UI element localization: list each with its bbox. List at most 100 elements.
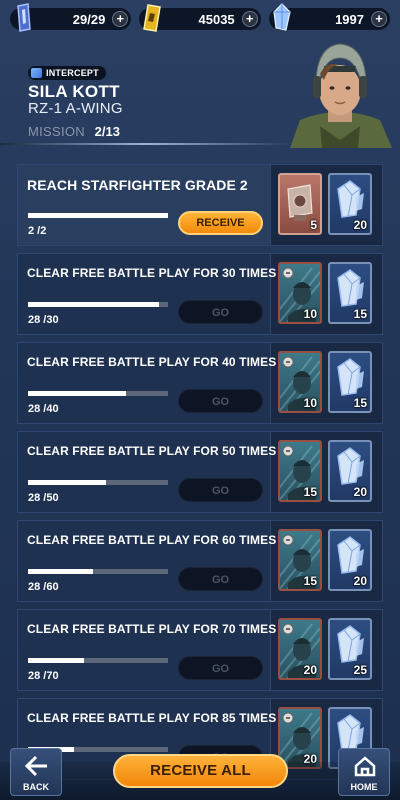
home-label: HOME <box>350 782 378 792</box>
progress-fill <box>28 391 126 396</box>
mission-info: CLEAR FREE BATTLE PLAY FOR 40 TIMES 28 /4… <box>17 342 276 424</box>
mission-title: CLEAR FREE BATTLE PLAY FOR 60 TIMES <box>27 533 277 547</box>
reward-quantity: 10 <box>303 307 317 321</box>
ship-name: RZ-1 A-WING <box>28 100 123 117</box>
header-divider <box>0 143 290 145</box>
energy-cell-icon <box>17 3 31 32</box>
reward-pilot[interactable]: 10 <box>278 351 322 413</box>
go-button[interactable]: GO <box>178 478 263 502</box>
progress-fill <box>28 213 168 218</box>
reward-crystal[interactable]: 15 <box>328 351 372 413</box>
pilot-portrait <box>290 43 392 148</box>
crystals-value: 1997 <box>335 11 364 27</box>
reward-quantity: 15 <box>303 485 317 499</box>
intercept-icon <box>31 68 42 78</box>
crystals-counter: 1997 + <box>268 3 390 31</box>
progress-text: 28 /70 <box>28 670 59 682</box>
back-button[interactable]: BACK <box>10 748 62 796</box>
mission-card: CLEAR FREE BATTLE PLAY FOR 70 TIMES 28 /7… <box>17 609 383 691</box>
progress-bar <box>28 302 168 307</box>
go-button[interactable]: GO <box>178 567 263 591</box>
go-button[interactable]: GO <box>178 300 263 324</box>
reward-pilot[interactable]: 10 <box>278 262 322 324</box>
mission-info: REACH STARFIGHTER GRADE 2 2 /2 RECEIVE <box>17 164 271 246</box>
mission-info: CLEAR FREE BATTLE PLAY FOR 30 TIMES 28 /3… <box>17 253 276 335</box>
mission-list[interactable]: REACH STARFIGHTER GRADE 2 2 /2 RECEIVE 5 20 C… <box>17 164 383 800</box>
mission-title: CLEAR FREE BATTLE PLAY FOR 70 TIMES <box>27 622 277 636</box>
progress-text: 2 /2 <box>28 225 47 237</box>
go-button[interactable]: GO <box>178 389 263 413</box>
add-credits-button[interactable]: + <box>241 11 258 27</box>
mission-title: CLEAR FREE BATTLE PLAY FOR 40 TIMES <box>27 355 277 369</box>
mission-info: CLEAR FREE BATTLE PLAY FOR 70 TIMES 28 /7… <box>17 609 276 691</box>
progress-bar <box>28 480 168 485</box>
progress-fill <box>28 658 84 663</box>
add-energy-button[interactable]: + <box>112 11 129 27</box>
mission-info: CLEAR FREE BATTLE PLAY FOR 50 TIMES 28 /5… <box>17 431 276 513</box>
energy-counter: 29/29 + <box>10 3 132 32</box>
mission-type-badge: INTERCEPT <box>28 66 106 80</box>
mission-value: 2/13 <box>94 124 120 139</box>
receive-all-button[interactable]: RECEIVE ALL <box>113 754 288 788</box>
reward-crystal[interactable]: 20 <box>328 440 372 502</box>
progress-fill <box>28 302 159 307</box>
mission-title: CLEAR FREE BATTLE PLAY FOR 50 TIMES <box>27 444 277 458</box>
reward-quantity: 15 <box>303 574 317 588</box>
mission-title: REACH STARFIGHTER GRADE 2 <box>27 177 248 193</box>
mission-title: CLEAR FREE BATTLE PLAY FOR 85 TIMES <box>27 711 277 725</box>
reward-quantity: 25 <box>353 663 367 677</box>
resource-bar: 29/29 + 45035 + 1997 + <box>0 0 400 36</box>
progress-fill <box>28 569 94 574</box>
receive-button[interactable]: RECEIVE <box>178 211 263 235</box>
reward-quantity: 20 <box>353 485 367 499</box>
go-button[interactable]: GO <box>178 656 263 680</box>
progress-bar <box>28 213 168 218</box>
reward-panel: 15 20 <box>271 431 383 513</box>
mission-label: MISSION <box>28 124 85 139</box>
mission-title: CLEAR FREE BATTLE PLAY FOR 30 TIMES <box>27 266 277 280</box>
reward-crystal[interactable]: 20 <box>328 529 372 591</box>
progress-fill <box>28 480 107 485</box>
mission-counter: MISSION 2/13 <box>28 124 120 139</box>
reward-item[interactable]: 5 <box>278 173 322 235</box>
progress-text: 28 /50 <box>28 492 59 504</box>
mission-card: CLEAR FREE BATTLE PLAY FOR 60 TIMES 28 /6… <box>17 520 383 602</box>
reward-quantity: 20 <box>353 218 367 232</box>
reward-quantity: 10 <box>303 396 317 410</box>
reward-quantity: 20 <box>303 663 317 677</box>
reward-quantity: 15 <box>353 396 367 410</box>
reward-panel: 5 20 <box>271 164 383 246</box>
reward-pilot[interactable]: 15 <box>278 440 322 502</box>
add-crystals-button[interactable]: + <box>370 11 387 27</box>
reward-quantity: 15 <box>353 307 367 321</box>
back-arrow-icon <box>25 755 47 777</box>
mission-card: CLEAR FREE BATTLE PLAY FOR 30 TIMES 28 /3… <box>17 253 383 335</box>
credits-counter: 45035 + <box>139 4 261 32</box>
mission-info: CLEAR FREE BATTLE PLAY FOR 60 TIMES 28 /6… <box>17 520 276 602</box>
home-button[interactable]: HOME <box>338 748 390 796</box>
reward-panel: 10 15 <box>271 253 383 335</box>
reward-quantity: 20 <box>353 574 367 588</box>
reward-panel: 15 20 <box>271 520 383 602</box>
reward-pilot[interactable]: 20 <box>278 618 322 680</box>
progress-bar <box>28 569 168 574</box>
mission-card: CLEAR FREE BATTLE PLAY FOR 50 TIMES 28 /5… <box>17 431 383 513</box>
progress-bar <box>28 391 168 396</box>
reward-quantity: 5 <box>310 218 317 232</box>
pilot-header: INTERCEPT SILA KOTT RZ-1 A-WING MISSION … <box>0 40 400 152</box>
reward-crystal[interactable]: 20 <box>328 173 372 235</box>
reward-crystal[interactable]: 15 <box>328 262 372 324</box>
reward-pilot[interactable]: 15 <box>278 529 322 591</box>
mission-card: CLEAR FREE BATTLE PLAY FOR 40 TIMES 28 /4… <box>17 342 383 424</box>
progress-bar <box>28 658 168 663</box>
credits-chip-icon <box>143 4 162 32</box>
reward-crystal[interactable]: 25 <box>328 618 372 680</box>
reward-panel: 10 15 <box>271 342 383 424</box>
bottom-bar: BACK RECEIVE ALL HOME <box>0 740 400 800</box>
back-label: BACK <box>23 782 49 792</box>
pilot-name: SILA KOTT <box>28 82 120 101</box>
credits-value: 45035 <box>198 11 235 27</box>
crystal-icon <box>273 3 291 31</box>
progress-text: 28 /30 <box>28 314 59 326</box>
mission-card: REACH STARFIGHTER GRADE 2 2 /2 RECEIVE 5 20 <box>17 164 383 246</box>
